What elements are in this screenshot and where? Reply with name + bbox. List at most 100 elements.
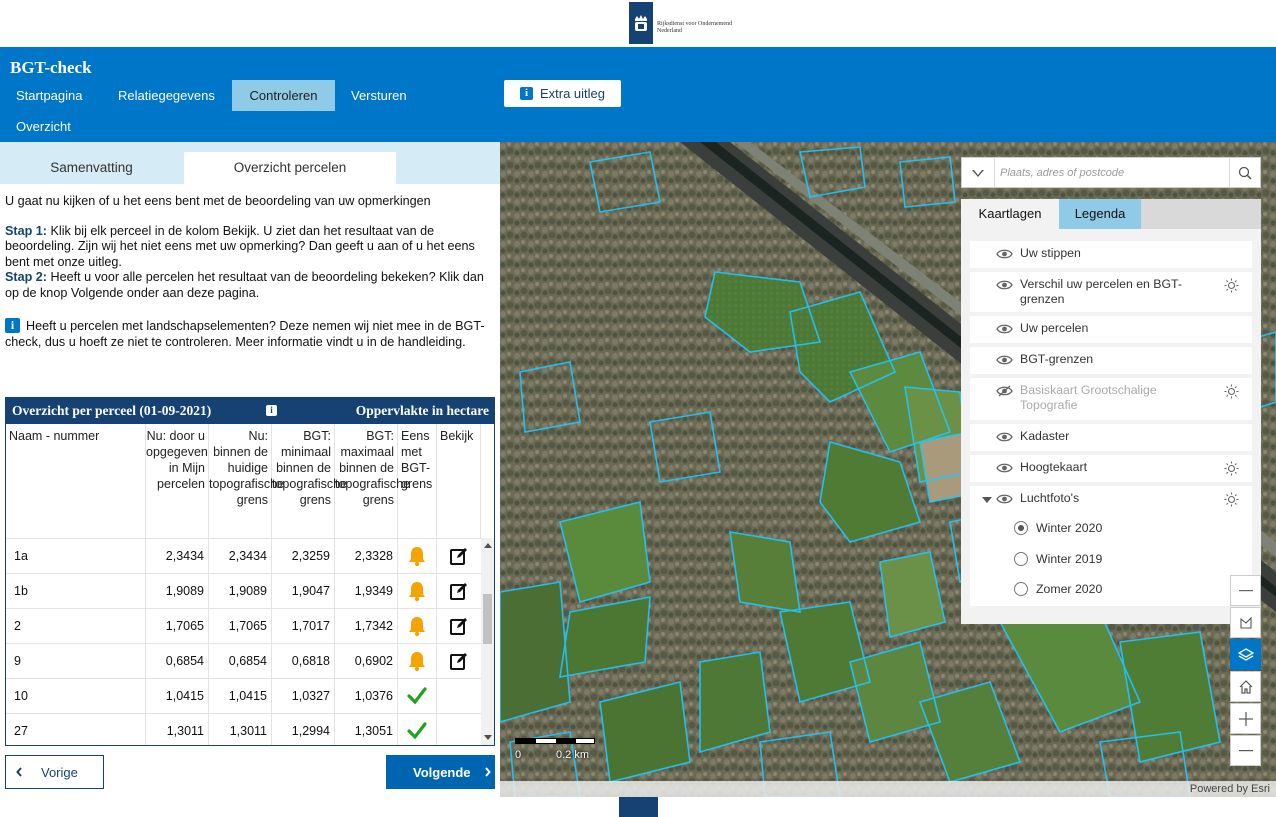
edit-icon[interactable]	[437, 574, 481, 608]
layer-item[interactable]: Hoogtekaart	[970, 455, 1252, 482]
brightness-icon[interactable]	[1224, 492, 1239, 511]
eye-icon[interactable]	[996, 279, 1013, 295]
layer-label: BGT-grenzen	[1020, 352, 1094, 366]
brightness-icon[interactable]	[1224, 461, 1239, 480]
layer-item[interactable]: Luchtfoto's	[970, 486, 1252, 606]
radio-button[interactable]	[1014, 521, 1028, 535]
checkmark-icon	[398, 714, 437, 745]
cell-opgegeven: 1,0415	[146, 679, 209, 713]
esri-attribution[interactable]: Powered by Esri	[500, 781, 1276, 797]
table-row: 2 1,7065 1,7065 1,7017 1,7342	[6, 608, 481, 643]
nav-versturen[interactable]: Versturen	[335, 80, 423, 111]
nav-startpagina[interactable]: Startpagina	[0, 80, 99, 111]
bell-icon	[398, 644, 437, 678]
cell-opgegeven: 1,9089	[146, 574, 209, 608]
tab-legenda[interactable]: Legenda	[1059, 199, 1141, 229]
table-row: 1a 2,3434 2,3434 2,3259 2,3328	[6, 538, 481, 573]
edit-icon[interactable]	[437, 539, 481, 573]
cell-opgegeven: 2,3434	[146, 539, 209, 573]
measure-button[interactable]	[1230, 607, 1261, 638]
map-search	[961, 157, 1261, 188]
checkmark-icon	[398, 679, 437, 713]
volgende-label: Volgende	[413, 764, 471, 780]
logo-bar: Rijksdienst voor Ondernemend Nederland	[0, 0, 1276, 47]
search-button[interactable]	[1229, 158, 1260, 187]
basemap-option[interactable]: Zomer 2020	[1014, 582, 1102, 596]
cell-opgegeven: 1,7065	[146, 609, 209, 643]
chevron-down-icon[interactable]	[982, 497, 992, 503]
nav-relatiegegevens[interactable]: Relatiegegevens	[102, 80, 231, 111]
step-2: Stap 2: Heeft u voor alle percelen het r…	[5, 270, 484, 300]
cell-bgt-max: 1,7342	[335, 609, 398, 643]
table-title-bar: Overzicht per perceel (01-09-2021) i Opp…	[6, 398, 494, 424]
search-source-dropdown[interactable]	[962, 158, 995, 187]
layer-item[interactable]: Uw percelen	[970, 316, 1252, 343]
scale-bar: 0 0.2 km	[514, 738, 596, 766]
map-view[interactable]: 0 0.2 km Powered by Esri Kaartlagen Lege…	[500, 142, 1276, 797]
zoom-out-button[interactable]	[1230, 735, 1261, 766]
radio-button[interactable]	[1014, 552, 1028, 566]
crown-emblem-icon	[629, 2, 653, 44]
search-input[interactable]	[1000, 165, 1220, 181]
scale-start: 0	[515, 749, 522, 761]
vorige-button[interactable]: Vorige	[5, 755, 104, 789]
cell-bgt-max: 1,3051	[335, 714, 398, 745]
zoom-in-button[interactable]	[1230, 703, 1261, 734]
layer-item[interactable]: Kadaster	[970, 424, 1252, 451]
nav-overzicht[interactable]: Overzicht	[0, 111, 87, 142]
eye-off-icon[interactable]	[996, 385, 1013, 401]
scroll-up-icon[interactable]	[484, 543, 492, 548]
tab-samenvatting[interactable]: Samenvatting	[0, 152, 183, 184]
layer-item[interactable]: Verschil uw percelen en BGT-grenzen	[970, 272, 1252, 312]
collapse-toolbar-button[interactable]	[1230, 575, 1261, 606]
col-bgt-max: BGT: maximaal binnen de topografische gr…	[335, 424, 410, 538]
tab-overzicht-percelen[interactable]: Overzicht percelen	[184, 152, 396, 184]
chevron-right-icon	[484, 767, 491, 777]
cell-bgt-min: 1,2994	[272, 714, 335, 745]
table-row: 27 1,3011 1,3011 1,2994 1,3051	[6, 713, 481, 745]
cell-huidig: 1,0415	[209, 679, 272, 713]
scroll-thumb[interactable]	[483, 594, 492, 644]
eye-icon[interactable]	[996, 248, 1013, 264]
eye-icon[interactable]	[996, 462, 1013, 478]
basemap-option[interactable]: Winter 2019	[1014, 552, 1102, 566]
extra-uitleg-label: Extra uitleg	[539, 86, 606, 101]
eye-icon[interactable]	[996, 431, 1013, 447]
cell-bgt-min: 2,3259	[272, 539, 335, 573]
layers-button[interactable]	[1230, 639, 1261, 670]
logo-text: Rijksdienst voor Ondernemend Nederland	[657, 21, 732, 34]
layer-label: Basiskaart Grootschalige Topografie	[1020, 383, 1157, 412]
scroll-down-icon[interactable]	[484, 735, 492, 740]
eye-icon[interactable]	[996, 354, 1013, 370]
cell-bgt-max: 1,0376	[335, 679, 398, 713]
radio-button[interactable]	[1014, 582, 1028, 596]
table-info-icon[interactable]: i	[266, 405, 277, 416]
home-button[interactable]	[1230, 671, 1261, 702]
cell-huidig: 1,7065	[209, 609, 272, 643]
minus-icon	[1238, 749, 1253, 751]
cell-naam: 2	[6, 609, 146, 643]
info-icon: i	[519, 87, 533, 100]
basemap-label: Winter 2019	[1036, 552, 1103, 566]
layer-label: Luchtfoto's	[1020, 491, 1080, 505]
basemap-option[interactable]: Winter 2020	[1014, 521, 1102, 535]
minus-icon	[1238, 589, 1253, 591]
tab-kaartlagen[interactable]: Kaartlagen	[961, 199, 1059, 229]
edit-icon[interactable]	[437, 609, 481, 643]
cell-bgt-min: 1,9047	[272, 574, 335, 608]
nav-controleren[interactable]: Controleren	[232, 80, 335, 111]
volgende-button[interactable]: Volgende	[386, 755, 495, 789]
table-unit-title: Oppervlakte in hectare	[355, 403, 489, 418]
brightness-icon[interactable]	[1224, 384, 1239, 403]
layers-icon	[1237, 647, 1254, 661]
layer-item[interactable]: BGT-grenzen	[970, 347, 1252, 374]
extra-uitleg-button[interactable]: i Extra uitleg	[504, 80, 621, 107]
edit-icon[interactable]	[437, 644, 481, 678]
table-scrollbar[interactable]	[481, 538, 494, 745]
eye-icon[interactable]	[996, 493, 1013, 509]
cell-bgt-min: 1,0327	[272, 679, 335, 713]
layer-item[interactable]: Uw stippen	[970, 241, 1252, 268]
eye-icon[interactable]	[996, 323, 1013, 339]
brightness-icon[interactable]	[1224, 278, 1239, 297]
layer-item[interactable]: Basiskaart Grootschalige Topografie	[970, 378, 1252, 420]
